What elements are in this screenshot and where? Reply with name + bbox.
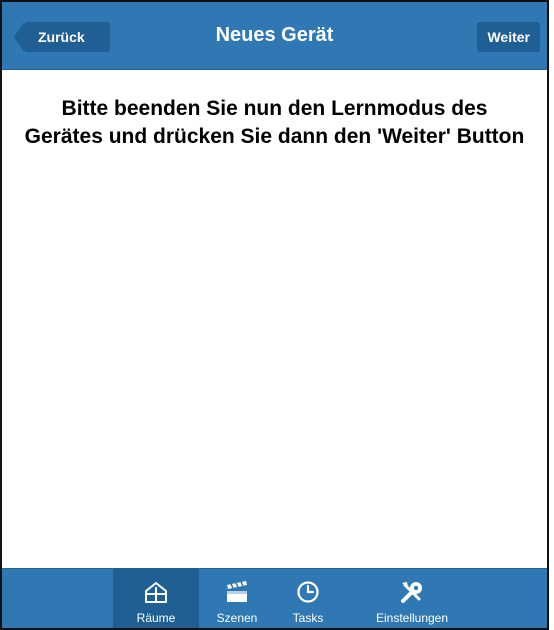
- house-icon: [145, 582, 167, 603]
- main-content: Bitte beenden Sie nun den Lernmodus des …: [2, 95, 547, 151]
- app-window: Neues Gerät Zurück Weiter Bitte beenden …: [0, 0, 549, 630]
- back-button[interactable]: Zurück: [14, 22, 110, 52]
- tab-tasks[interactable]: Tasks: [275, 569, 341, 628]
- next-button[interactable]: Weiter: [477, 22, 540, 52]
- tab-label: Räume: [136, 611, 176, 625]
- tab-rooms[interactable]: Räume: [113, 569, 199, 628]
- tab-settings[interactable]: Einstellungen: [368, 569, 456, 628]
- tab-label: Einstellungen: [375, 611, 449, 625]
- instruction-text: Bitte beenden Sie nun den Lernmodus des …: [24, 97, 525, 148]
- clock-icon: [297, 581, 319, 603]
- tab-label: Tasks: [292, 611, 324, 625]
- clapperboard-icon: [227, 581, 247, 602]
- navigation-bar: Neues Gerät Zurück Weiter: [2, 2, 547, 70]
- tab-scenes[interactable]: Szenen: [199, 569, 275, 628]
- tab-bar: Räume Szenen Tasks Einstellungen: [2, 568, 547, 628]
- tab-label: Szenen: [216, 611, 258, 625]
- tools-icon: [401, 582, 422, 603]
